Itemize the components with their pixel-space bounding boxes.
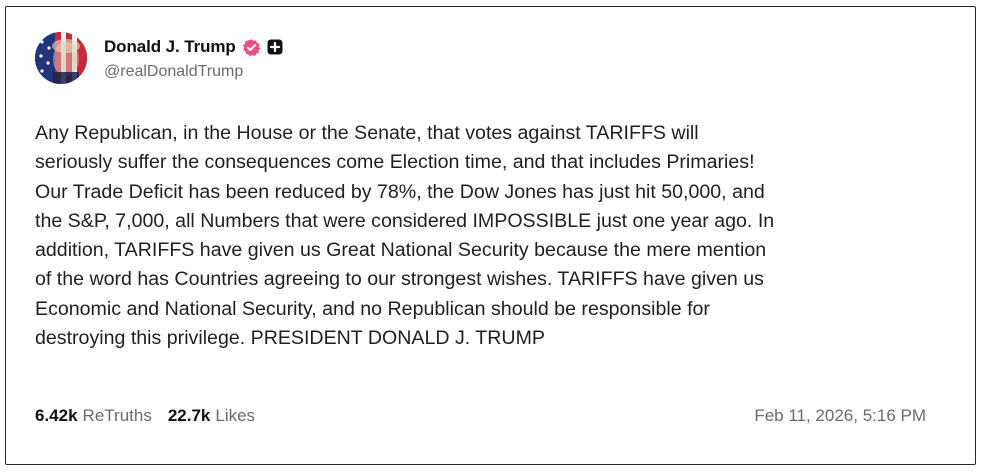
retruths-label: ReTruths (82, 406, 152, 425)
avatar-image (35, 32, 87, 84)
retruths-count: 6.42k (35, 406, 78, 425)
author-name[interactable]: Donald J. Trump (104, 37, 236, 57)
author-info: Donald J. Trump @realDonaldTrump (104, 35, 283, 81)
likes-count: 22.7k (167, 406, 211, 425)
post-card: Donald J. Trump @realDonaldTrump Any Rep… (5, 6, 976, 465)
post-footer: 6.42k ReTruths 22.7k Likes Feb 11, 2026,… (35, 404, 926, 428)
author-handle[interactable]: @realDonaldTrump (104, 63, 283, 81)
post-body-text: Any Republican, in the House or the Sena… (35, 122, 775, 350)
post-header: Donald J. Trump @realDonaldTrump (35, 28, 283, 88)
retruths-stat[interactable]: 6.42k ReTruths (35, 406, 152, 426)
post-timestamp[interactable]: Feb 11, 2026, 5:16 PM (754, 406, 926, 426)
plus-square-icon[interactable] (267, 39, 283, 55)
likes-stat[interactable]: 22.7k Likes (168, 406, 255, 426)
likes-label: Likes (215, 406, 256, 425)
avatar[interactable] (35, 32, 87, 84)
name-row: Donald J. Trump (104, 35, 283, 59)
verified-badge-icon (242, 38, 261, 57)
